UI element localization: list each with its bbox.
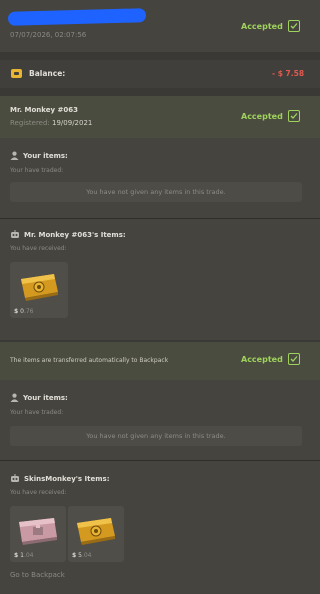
no-items-message: You have not given any items in this tra… <box>10 426 302 446</box>
trade1-registered: Registered: 19/09/2021 <box>10 119 93 127</box>
trade1-received-items: Mr. Monkey #063's Items: You have receiv… <box>0 219 320 340</box>
received-subtitle: You have received: <box>10 245 67 252</box>
trade1-your-items: Your items: Your have traded: You have n… <box>0 138 320 218</box>
your-items-title: Your items: <box>23 394 68 402</box>
redacted-username <box>7 8 147 26</box>
wallet-icon <box>11 69 22 78</box>
item-price: $ 0.76 <box>14 308 34 315</box>
user-icon <box>10 151 19 160</box>
checkmark-icon <box>288 353 300 365</box>
trade-timestamp: 07/07/2026, 02:07:56 <box>10 31 87 39</box>
your-items-subtitle: Your have traded: <box>10 167 64 174</box>
trade2-header: The items are transferred automatically … <box>0 342 320 380</box>
balance-amount: - $ 7.58 <box>272 69 305 78</box>
robot-icon <box>11 230 19 238</box>
item-price: $ 1.04 <box>14 552 34 559</box>
your-items-subtitle: Your have traded: <box>10 409 64 416</box>
trade-header: 07/07/2026, 02:07:56 Accepted <box>0 0 320 52</box>
item-tile[interactable]: $ 5.04 <box>68 506 124 562</box>
trade1-status-accepted: Accepted <box>241 112 283 121</box>
received-subtitle: You have received: <box>10 489 67 496</box>
golden-case-icon <box>77 518 115 545</box>
your-items-title: Your items: <box>23 152 68 160</box>
trade2-status-accepted: Accepted <box>241 355 283 364</box>
trade2-received-items: SkinsMonkey's Items: You have received: … <box>0 461 320 594</box>
item-tile[interactable]: $ 1.04 <box>10 506 66 562</box>
received-title: SkinsMonkey's Items: <box>24 475 110 483</box>
pink-case-icon <box>19 518 57 545</box>
robot-icon <box>11 474 19 482</box>
balance-row: Balance: - $ 7.58 <box>0 60 320 88</box>
received-title: Mr. Monkey #063's Items: <box>24 231 126 239</box>
golden-case-icon <box>21 274 58 301</box>
trade1-user-header: Mr. Monkey #063 Registered: 19/09/2021 A… <box>0 96 320 138</box>
checkmark-icon <box>288 110 300 122</box>
user-icon <box>10 393 19 402</box>
item-tile[interactable]: $ 0.76 <box>10 262 68 318</box>
status-accepted: Accepted <box>241 22 283 31</box>
trade2-your-items: Your items: Your have traded: You have n… <box>0 380 320 460</box>
transfer-notice: The items are transferred automatically … <box>10 357 169 364</box>
go-to-backpack-link[interactable]: Go to Backpack <box>10 571 65 579</box>
trade1-username: Mr. Monkey #063 <box>10 106 78 114</box>
no-items-message: You have not given any items in this tra… <box>10 182 302 202</box>
item-price: $ 5.04 <box>72 552 92 559</box>
checkmark-icon <box>288 20 300 32</box>
balance-label: Balance: <box>29 69 66 78</box>
